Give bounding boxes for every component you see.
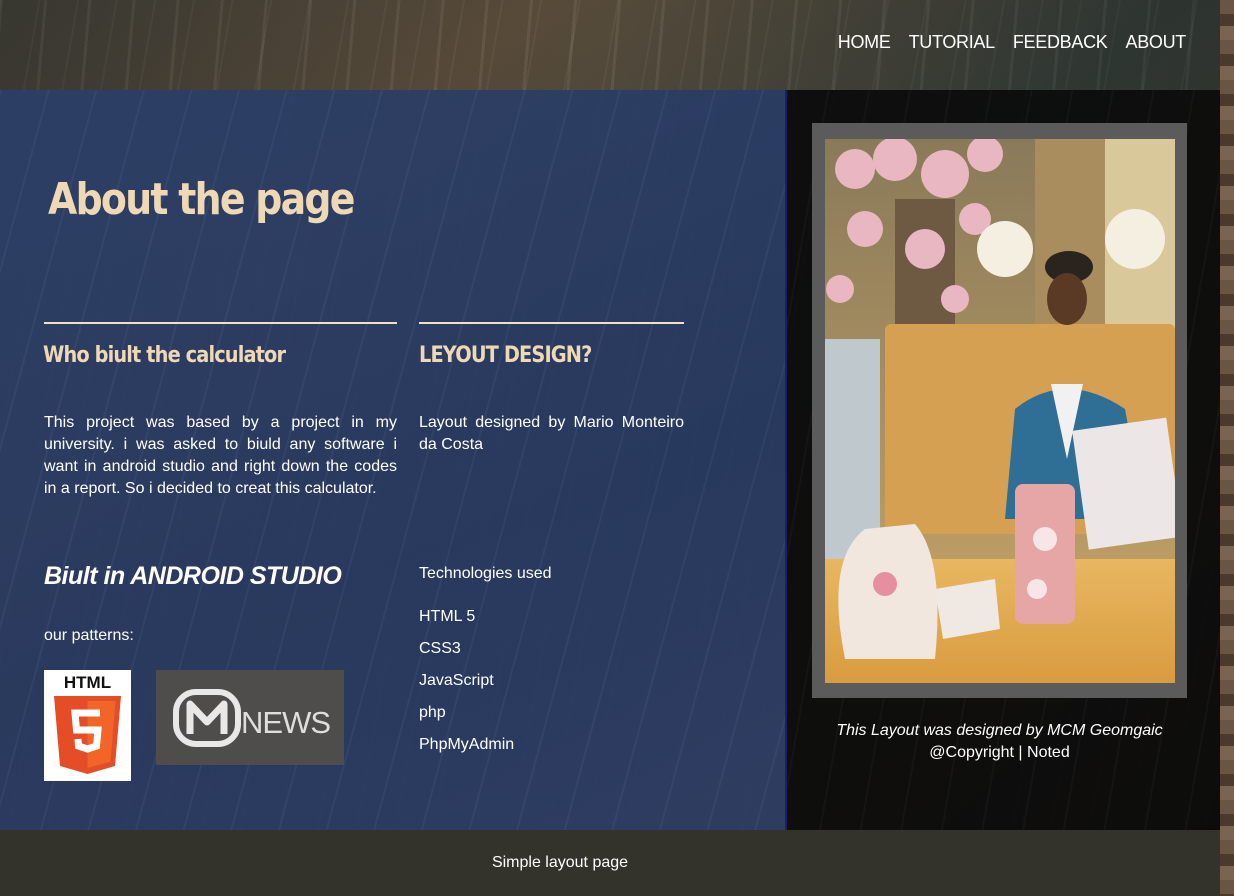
background-wood-edge bbox=[1220, 0, 1234, 896]
mnews-logo[interactable]: NEWS bbox=[156, 670, 344, 765]
built-with-heading: Biult in ANDROID STUDIO bbox=[44, 562, 342, 590]
mnews-brand-icon: NEWS bbox=[173, 689, 331, 747]
html5-logo-text: HTML bbox=[64, 673, 111, 692]
section-heading-author: Who biult the calculator bbox=[43, 343, 286, 368]
main-nav: HOME TUTORIAL FEEDBACK ABOUT bbox=[838, 32, 1187, 53]
profile-photo bbox=[825, 139, 1175, 683]
footer-text: Simple layout page bbox=[491, 854, 629, 871]
section-divider-right bbox=[419, 322, 684, 324]
site-header: HOME TUTORIAL FEEDBACK ABOUT bbox=[0, 0, 1220, 90]
main-content: About the page Who biult the calculator … bbox=[0, 90, 786, 830]
list-item: CSS3 bbox=[419, 640, 461, 657]
technologies-title: Technologies used bbox=[419, 565, 552, 582]
html5-logo[interactable]: HTML bbox=[44, 670, 131, 781]
nav-about[interactable]: ABOUT bbox=[1125, 32, 1186, 53]
design-credit: This Layout was designed by MCM Geomgaic… bbox=[812, 720, 1187, 764]
section-divider-left bbox=[44, 322, 397, 324]
list-item: PhpMyAdmin bbox=[419, 736, 515, 753]
design-credit-line: This Layout was designed by MCM Geomgaic bbox=[836, 722, 1163, 739]
copyright-line: @Copyright | Noted bbox=[929, 744, 1070, 761]
html5-shield-icon: HTML bbox=[54, 673, 121, 774]
page-title: About the page bbox=[48, 174, 355, 225]
nav-feedback[interactable]: FEEDBACK bbox=[1013, 32, 1108, 53]
nav-tutorial[interactable]: TUTORIAL bbox=[909, 32, 996, 53]
technologies-list: HTML 5 CSS3 JavaScript php PhpMyAdmin bbox=[419, 606, 514, 766]
list-item: JavaScript bbox=[419, 672, 494, 689]
section-heading-layout: LEYOUT DESIGN? bbox=[419, 343, 592, 368]
profile-photo-frame bbox=[812, 123, 1187, 698]
mnews-logo-text: NEWS bbox=[241, 705, 330, 740]
site-footer: Simple layout page bbox=[0, 830, 1220, 896]
patterns-label: our patterns: bbox=[44, 627, 134, 644]
author-description: This project was based by a project in m… bbox=[44, 414, 397, 497]
layout-description: Layout designed by Mario Monteiro da Cos… bbox=[419, 414, 684, 453]
list-item: php bbox=[419, 704, 446, 721]
nav-home[interactable]: HOME bbox=[838, 32, 891, 53]
photo-illustration bbox=[825, 139, 1175, 683]
list-item: HTML 5 bbox=[419, 608, 476, 625]
